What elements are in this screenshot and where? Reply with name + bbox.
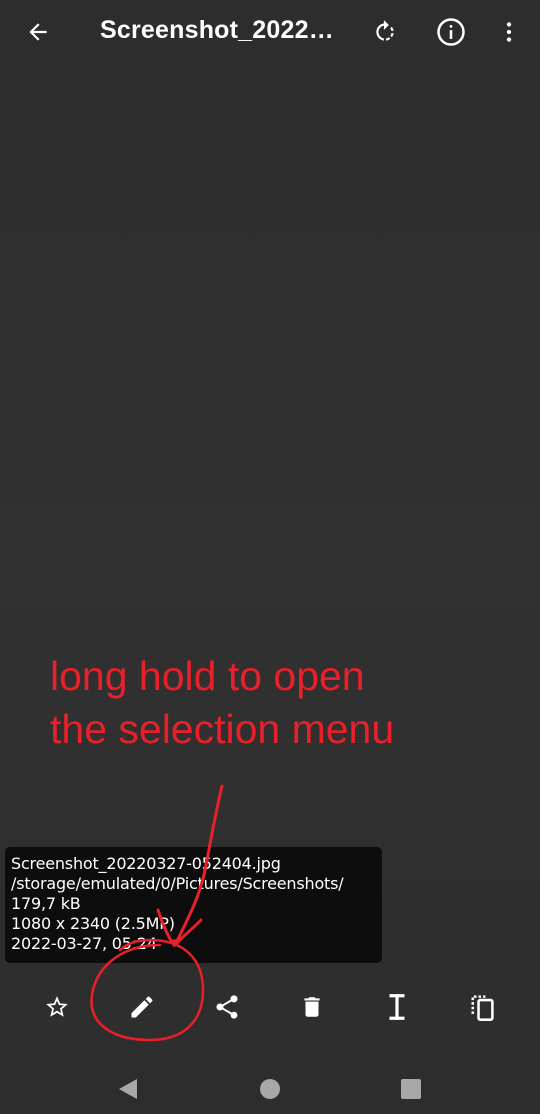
file-path: /storage/emulated/0/Pictures/Screenshots… xyxy=(11,874,344,893)
text-select-button[interactable] xyxy=(374,984,420,1030)
rotate-button[interactable] xyxy=(363,10,407,54)
file-name: Screenshot_20220327-052404.jpg xyxy=(11,854,281,873)
info-button[interactable] xyxy=(429,10,473,54)
share-button[interactable] xyxy=(204,984,250,1030)
annotation-line-2: the selection menu xyxy=(50,706,395,752)
recents-square-icon xyxy=(401,1079,421,1099)
copy-button[interactable] xyxy=(459,984,505,1030)
nav-home-button[interactable] xyxy=(257,1076,283,1102)
copy-icon xyxy=(471,995,494,1021)
text-cursor-icon xyxy=(389,994,405,1020)
top-app-bar: Screenshot_20220327-052404.jpg xyxy=(0,0,540,64)
home-circle-icon xyxy=(260,1079,280,1099)
file-date: 2022-03-27, 05:24 xyxy=(11,934,157,953)
annotation-line-1: long hold to open xyxy=(50,653,365,699)
more-vert-icon xyxy=(506,22,512,42)
back-button[interactable] xyxy=(16,10,60,54)
nav-back-button[interactable] xyxy=(115,1076,141,1102)
file-info-panel: Screenshot_20220327-052404.jpg /storage/… xyxy=(5,847,382,963)
annotation-text: long hold to open the selection menu xyxy=(50,650,510,756)
page-title: Screenshot_20220327-052404.jpg xyxy=(100,16,346,44)
star-icon xyxy=(46,996,68,1017)
more-options-button[interactable] xyxy=(487,10,531,54)
rotate-icon xyxy=(376,20,394,41)
favorite-button[interactable] xyxy=(34,984,80,1030)
file-size: 179,7 kB xyxy=(11,894,81,913)
edit-icon xyxy=(131,996,153,1018)
edit-button[interactable] xyxy=(119,984,165,1030)
back-arrow-icon xyxy=(29,23,47,41)
info-icon xyxy=(437,18,465,46)
system-navigation-bar xyxy=(0,1063,540,1114)
nav-recents-button[interactable] xyxy=(398,1076,424,1102)
back-triangle-icon xyxy=(119,1079,137,1099)
photo-viewer: Screenshot_20220327-052404.jpg long hold… xyxy=(0,0,540,1114)
delete-button[interactable] xyxy=(289,984,335,1030)
bottom-action-bar xyxy=(0,978,540,1036)
share-icon xyxy=(216,995,238,1019)
file-resolution: 1080 x 2340 (2.5MP) xyxy=(11,914,175,933)
delete-icon xyxy=(304,997,320,1017)
